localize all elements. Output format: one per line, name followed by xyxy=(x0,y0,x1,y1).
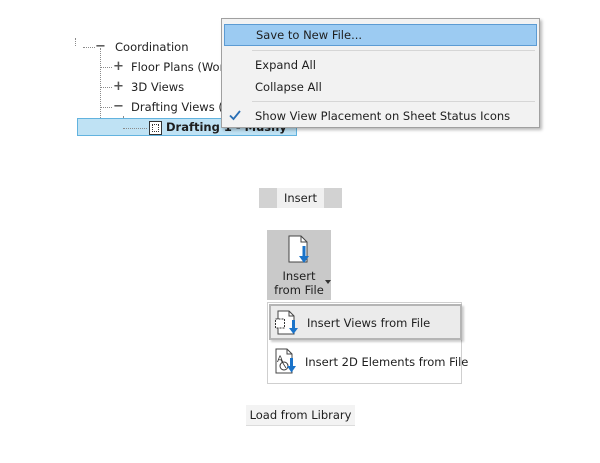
dropdown-item-label: Insert 2D Elements from File xyxy=(305,355,469,369)
menu-item-label: Expand All xyxy=(255,58,316,72)
tree-connector xyxy=(100,67,112,68)
tree-connector xyxy=(83,47,95,48)
menu-item-collapse-all[interactable]: Collapse All xyxy=(222,76,539,98)
ribbon-tab-insert[interactable]: Insert xyxy=(259,188,342,208)
tree-item-drafting-views[interactable]: Drafting Views (D xyxy=(131,99,232,115)
menu-item-expand-all[interactable]: Expand All xyxy=(222,54,539,76)
insert-from-file-button[interactable]: Insert from File xyxy=(267,230,331,300)
collapse-icon[interactable]: − xyxy=(95,40,106,53)
load-from-library-panel-label[interactable]: Load from Library xyxy=(246,405,355,426)
menu-item-save-to-new-file[interactable]: Save to New File... xyxy=(224,24,537,46)
button-label-line2: from File xyxy=(274,283,324,297)
tree-connector xyxy=(100,107,112,108)
insert-views-icon xyxy=(275,310,298,335)
tree-item-coordination[interactable]: Coordination xyxy=(115,39,189,55)
button-label-line1: Insert xyxy=(282,269,316,283)
context-menu: Save to New File... Expand All Collapse … xyxy=(221,18,540,128)
menu-item-insert-views-from-file[interactable]: Insert Views from File xyxy=(269,304,462,340)
insert-file-icon xyxy=(288,235,309,263)
drafting-view-icon xyxy=(149,121,162,135)
dropdown-item-label: Insert Views from File xyxy=(307,316,431,330)
tree-guide-line xyxy=(75,38,76,46)
insert-2d-elements-icon: A xyxy=(275,348,296,374)
menu-item-show-view-placement[interactable]: Show View Placement on Sheet Status Icon… xyxy=(222,105,539,127)
tree-item-3d-views[interactable]: 3D Views xyxy=(131,79,184,95)
checkmark-icon xyxy=(229,110,241,121)
collapse-icon[interactable]: − xyxy=(113,100,124,113)
tree-guide-line xyxy=(100,48,101,124)
expand-icon[interactable]: + xyxy=(113,80,124,93)
dropdown-arrow-icon[interactable] xyxy=(325,280,331,284)
tree-item-floor-plans[interactable]: Floor Plans (Work xyxy=(131,59,231,75)
menu-separator xyxy=(252,101,535,102)
tree-connector xyxy=(100,87,112,88)
menu-item-label: Save to New File... xyxy=(256,28,363,42)
menu-item-label: Show View Placement on Sheet Status Icon… xyxy=(255,109,511,123)
menu-item-label: Collapse All xyxy=(255,80,322,94)
menu-separator xyxy=(252,50,535,51)
menu-item-insert-2d-elements-from-file[interactable]: A Insert 2D Elements from File xyxy=(269,344,468,380)
tab-label: Insert xyxy=(277,188,324,208)
expand-icon[interactable]: + xyxy=(113,60,124,73)
tree-connector xyxy=(123,128,147,129)
